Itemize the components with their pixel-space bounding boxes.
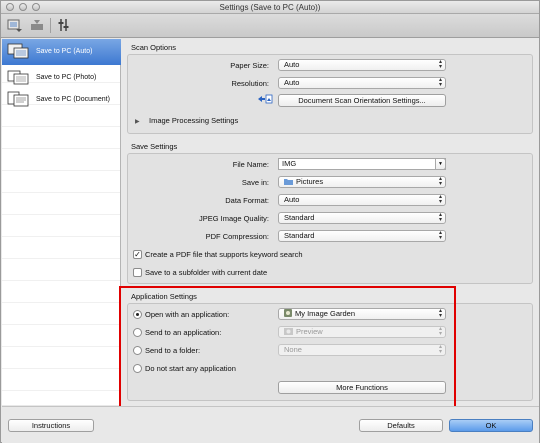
resolution-value: Auto (284, 78, 300, 87)
title-bar: Settings (Save to PC (Auto)) (1, 1, 539, 14)
keyword-search-pdf-label: Create a PDF file that supports keyword … (145, 250, 303, 259)
jpeg-quality-select[interactable]: Standard ▴ ▾ (278, 212, 446, 224)
scan-options-group: Paper Size: Auto ▴ ▾ Resolution: Auto ▴ ▾ … (127, 54, 533, 134)
file-name-value: IMG (282, 159, 297, 168)
scan-from-computer-icon[interactable] (7, 17, 23, 33)
data-format-select[interactable]: Auto ▴ ▾ (278, 194, 446, 206)
jpeg-quality-value: Standard (284, 213, 315, 222)
sidebar-item-save-to-pc-document[interactable]: Save to PC (Document) (2, 87, 121, 113)
popup-arrows-icon: ▴ ▾ (438, 77, 442, 88)
general-settings-icon[interactable] (56, 17, 72, 33)
sidebar-item-label: Save to PC (Photo) (36, 74, 97, 81)
resolution-label: Resolution: (231, 79, 269, 88)
keyword-search-pdf-checkbox[interactable]: ✓ (133, 250, 142, 259)
chevron-down-icon[interactable]: ▼ (435, 158, 446, 170)
subfolder-date-checkbox[interactable] (133, 268, 142, 277)
document-orientation-icon (257, 94, 273, 105)
instructions-button[interactable]: Instructions (8, 419, 94, 432)
paper-size-label: Paper Size: (230, 61, 269, 70)
folder-icon (284, 178, 293, 188)
sidebar-item-save-to-pc-auto[interactable]: Save to PC (Auto) (2, 39, 121, 65)
save-settings-group: File Name: IMG ▼ Save in: Pictures ▴ ▾ Da… (127, 153, 533, 284)
save-in-label: Save in: (241, 178, 269, 187)
popup-arrows-icon: ▴ ▾ (438, 212, 442, 223)
scan-mode-sidebar: Save to PC (Auto) Save to PC (Photo) Sav… (2, 39, 121, 405)
pdf-compression-value: Standard (284, 231, 315, 240)
scan-from-operation-panel-icon[interactable] (29, 17, 45, 33)
file-name-combobox[interactable]: IMG ▼ (278, 158, 446, 170)
data-format-label: Data Format: (225, 196, 269, 205)
footer-bar: Instructions Defaults OK (2, 406, 539, 443)
paper-size-select[interactable]: Auto ▴ ▾ (278, 59, 446, 71)
popup-arrows-icon: ▴ ▾ (438, 230, 442, 241)
resolution-select[interactable]: Auto ▴ ▾ (278, 77, 446, 89)
document-scan-orientation-settings-button[interactable]: Document Scan Orientation Settings... (278, 94, 446, 107)
save-in-value: Pictures (296, 177, 324, 186)
data-format-value: Auto (284, 195, 300, 204)
pdf-compression-select[interactable]: Standard ▴ ▾ (278, 230, 446, 242)
sidebar-item-label: Save to PC (Document) (36, 96, 110, 103)
settings-window: Settings (Save to PC (Auto)) Save to PC … (0, 0, 540, 443)
window-title: Settings (Save to PC (Auto)) (219, 3, 321, 12)
save-to-pc-auto-icon (6, 43, 32, 61)
highlight-box (119, 286, 456, 408)
popup-arrows-icon: ▴ ▾ (438, 194, 442, 205)
subfolder-date-label: Save to a subfolder with current date (145, 268, 268, 277)
file-name-label: File Name: (232, 160, 269, 169)
sidebar-item-label: Save to PC (Auto) (36, 48, 93, 55)
disclosure-triangle-icon[interactable]: ▶ (135, 118, 140, 125)
defaults-button[interactable]: Defaults (359, 419, 443, 432)
image-processing-settings-label[interactable]: Image Processing Settings (149, 116, 238, 125)
ok-button[interactable]: OK (449, 419, 533, 432)
save-in-select[interactable]: Pictures ▴ ▾ (278, 176, 446, 188)
pdf-compression-label: PDF Compression: (205, 232, 269, 241)
save-settings-title: Save Settings (131, 142, 178, 151)
toolbar (1, 14, 539, 38)
save-to-pc-photo-icon (6, 69, 32, 87)
popup-arrows-icon: ▴ ▾ (438, 176, 442, 187)
toolbar-divider (50, 18, 51, 33)
save-to-pc-document-icon (6, 91, 32, 109)
popup-arrows-icon: ▴ ▾ (438, 59, 442, 70)
paper-size-value: Auto (284, 60, 300, 69)
jpeg-quality-label: JPEG Image Quality: (198, 214, 269, 223)
scan-options-title: Scan Options (131, 43, 177, 52)
